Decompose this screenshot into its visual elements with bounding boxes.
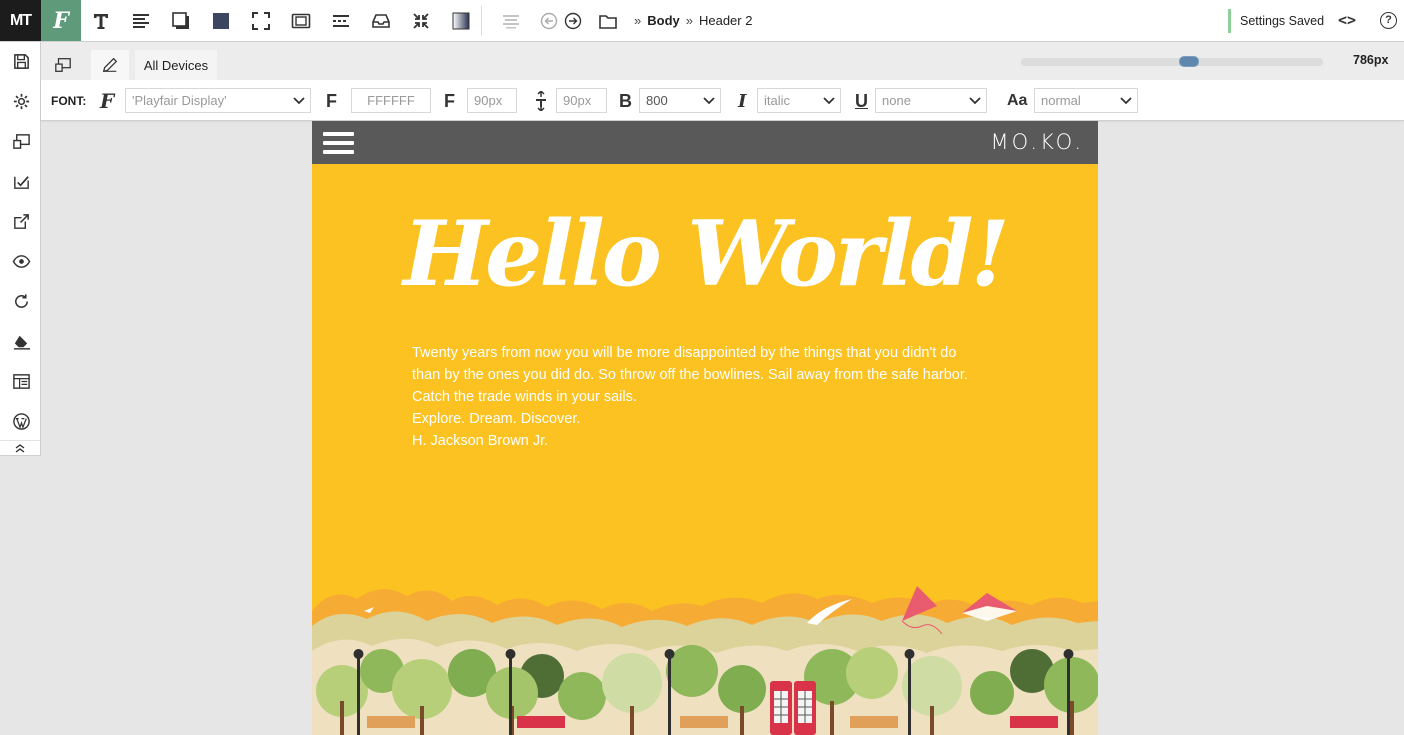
devices-icon <box>55 58 71 72</box>
line-height-icon <box>532 90 550 112</box>
align-center-disabled-icon <box>499 9 523 33</box>
font-style-icon: I <box>738 90 747 112</box>
edit-mode-tab[interactable] <box>91 50 129 80</box>
undo-icon[interactable] <box>537 9 561 33</box>
top-toolbar: MT F » Body» Header 2 Settings Saved <> … <box>0 0 1404 42</box>
width-slider-handle[interactable] <box>1179 56 1199 67</box>
compress-tool-icon[interactable] <box>409 9 433 33</box>
chevron-down-icon[interactable] <box>287 88 311 113</box>
breadcrumb-separator: » <box>685 13 693 28</box>
quote-author: H. Jackson Brown Jr. <box>412 433 549 449</box>
hero-heading[interactable]: Hello World! <box>312 209 1098 299</box>
status-saved: Settings Saved <box>1228 9 1333 33</box>
responsive-devices-icon[interactable] <box>10 130 32 152</box>
spacing-tool-icon[interactable] <box>329 9 353 33</box>
font-weight-icon: B <box>619 90 632 111</box>
redo-icon[interactable] <box>561 9 585 33</box>
font-family-icon: F <box>100 89 115 113</box>
edit-checklist-icon[interactable] <box>10 170 32 192</box>
wordpress-icon[interactable] <box>10 410 32 432</box>
eraser-icon[interactable] <box>10 330 32 352</box>
font-color-input[interactable]: FFFFFF <box>351 88 431 113</box>
quote-line: Twenty years from now you will be more d… <box>412 345 957 361</box>
site-navbar: MO.KO. <box>312 121 1098 164</box>
chevron-down-icon[interactable] <box>817 88 841 113</box>
font-weight-select[interactable]: 800 <box>639 88 698 113</box>
hamburger-menu-icon[interactable] <box>323 132 354 154</box>
chevron-down-icon[interactable] <box>697 88 721 113</box>
quote-line: than by the ones you did do. So throw of… <box>412 367 968 383</box>
viewport-width-label: 786px <box>1353 53 1389 67</box>
code-view-icon[interactable]: <> <box>1338 11 1356 29</box>
save-icon[interactable] <box>10 50 32 72</box>
export-share-icon[interactable] <box>10 210 32 232</box>
settings-gear-icon[interactable] <box>10 90 32 112</box>
quote-line: Catch the trade winds in your sails. <box>412 389 637 405</box>
padding-tool-icon[interactable] <box>289 9 313 33</box>
device-bar: All Devices 786px <box>41 42 1404 80</box>
gradient-tool-icon[interactable] <box>449 9 473 33</box>
help-icon[interactable]: ? <box>1380 12 1397 29</box>
collapse-chevron-up-icon[interactable] <box>0 440 40 455</box>
text-tool-icon[interactable] <box>89 9 113 33</box>
font-family-select[interactable]: 'Playfair Display' <box>125 88 288 113</box>
folder-icon[interactable] <box>596 9 620 33</box>
width-slider[interactable] <box>1021 56 1323 67</box>
inbox-tool-icon[interactable] <box>369 9 393 33</box>
pencil-edit-icon <box>102 57 118 73</box>
line-height-input[interactable]: 90px <box>556 88 607 113</box>
breadcrumb: » Body » Header 2 <box>628 13 752 28</box>
text-transform-icon: Aa <box>1007 92 1028 109</box>
device-switch-tab[interactable] <box>41 50 85 80</box>
chevron-down-icon[interactable] <box>963 88 987 113</box>
breadcrumb-separator: » <box>634 13 642 28</box>
quote-line: Explore. Dream. Discover. <box>412 411 581 427</box>
text-transform-select[interactable]: normal <box>1034 88 1115 113</box>
fullscreen-tool-icon[interactable] <box>249 9 273 33</box>
font-size-input[interactable]: 90px <box>467 88 517 113</box>
shadow-tool-icon[interactable] <box>169 9 193 33</box>
toolbar-divider <box>481 6 482 36</box>
font-tool-button[interactable]: F <box>41 0 81 41</box>
text-decoration-select[interactable]: none <box>875 88 964 113</box>
park-illustration <box>312 586 1098 735</box>
font-size-icon: F <box>444 90 455 111</box>
font-color-icon: F <box>326 90 337 111</box>
page-canvas: MO.KO. Hello World! Twenty years from no… <box>312 121 1098 735</box>
all-devices-tab[interactable]: All Devices <box>135 50 217 80</box>
align-tool-icon[interactable] <box>129 9 153 33</box>
site-brand-logo[interactable]: MO.KO. <box>991 130 1084 154</box>
left-sidebar <box>0 42 41 456</box>
text-decoration-icon: U <box>855 90 868 111</box>
hero-quote[interactable]: Twenty years from now you will be more d… <box>412 342 1012 452</box>
breadcrumb-current[interactable]: Header 2 <box>699 13 752 28</box>
app-logo[interactable]: MT <box>0 0 41 41</box>
chevron-down-icon[interactable] <box>1114 88 1138 113</box>
breadcrumb-body[interactable]: Body <box>647 13 680 28</box>
font-label: FONT: <box>51 94 87 108</box>
font-settings-bar: FONT: F 'Playfair Display' F FFFFFF F 90… <box>41 80 1404 121</box>
refresh-icon[interactable] <box>10 290 32 312</box>
font-style-select[interactable]: italic <box>757 88 818 113</box>
background-tool-icon[interactable] <box>209 9 233 33</box>
preview-eye-icon[interactable] <box>10 250 32 272</box>
layout-panel-icon[interactable] <box>10 370 32 392</box>
